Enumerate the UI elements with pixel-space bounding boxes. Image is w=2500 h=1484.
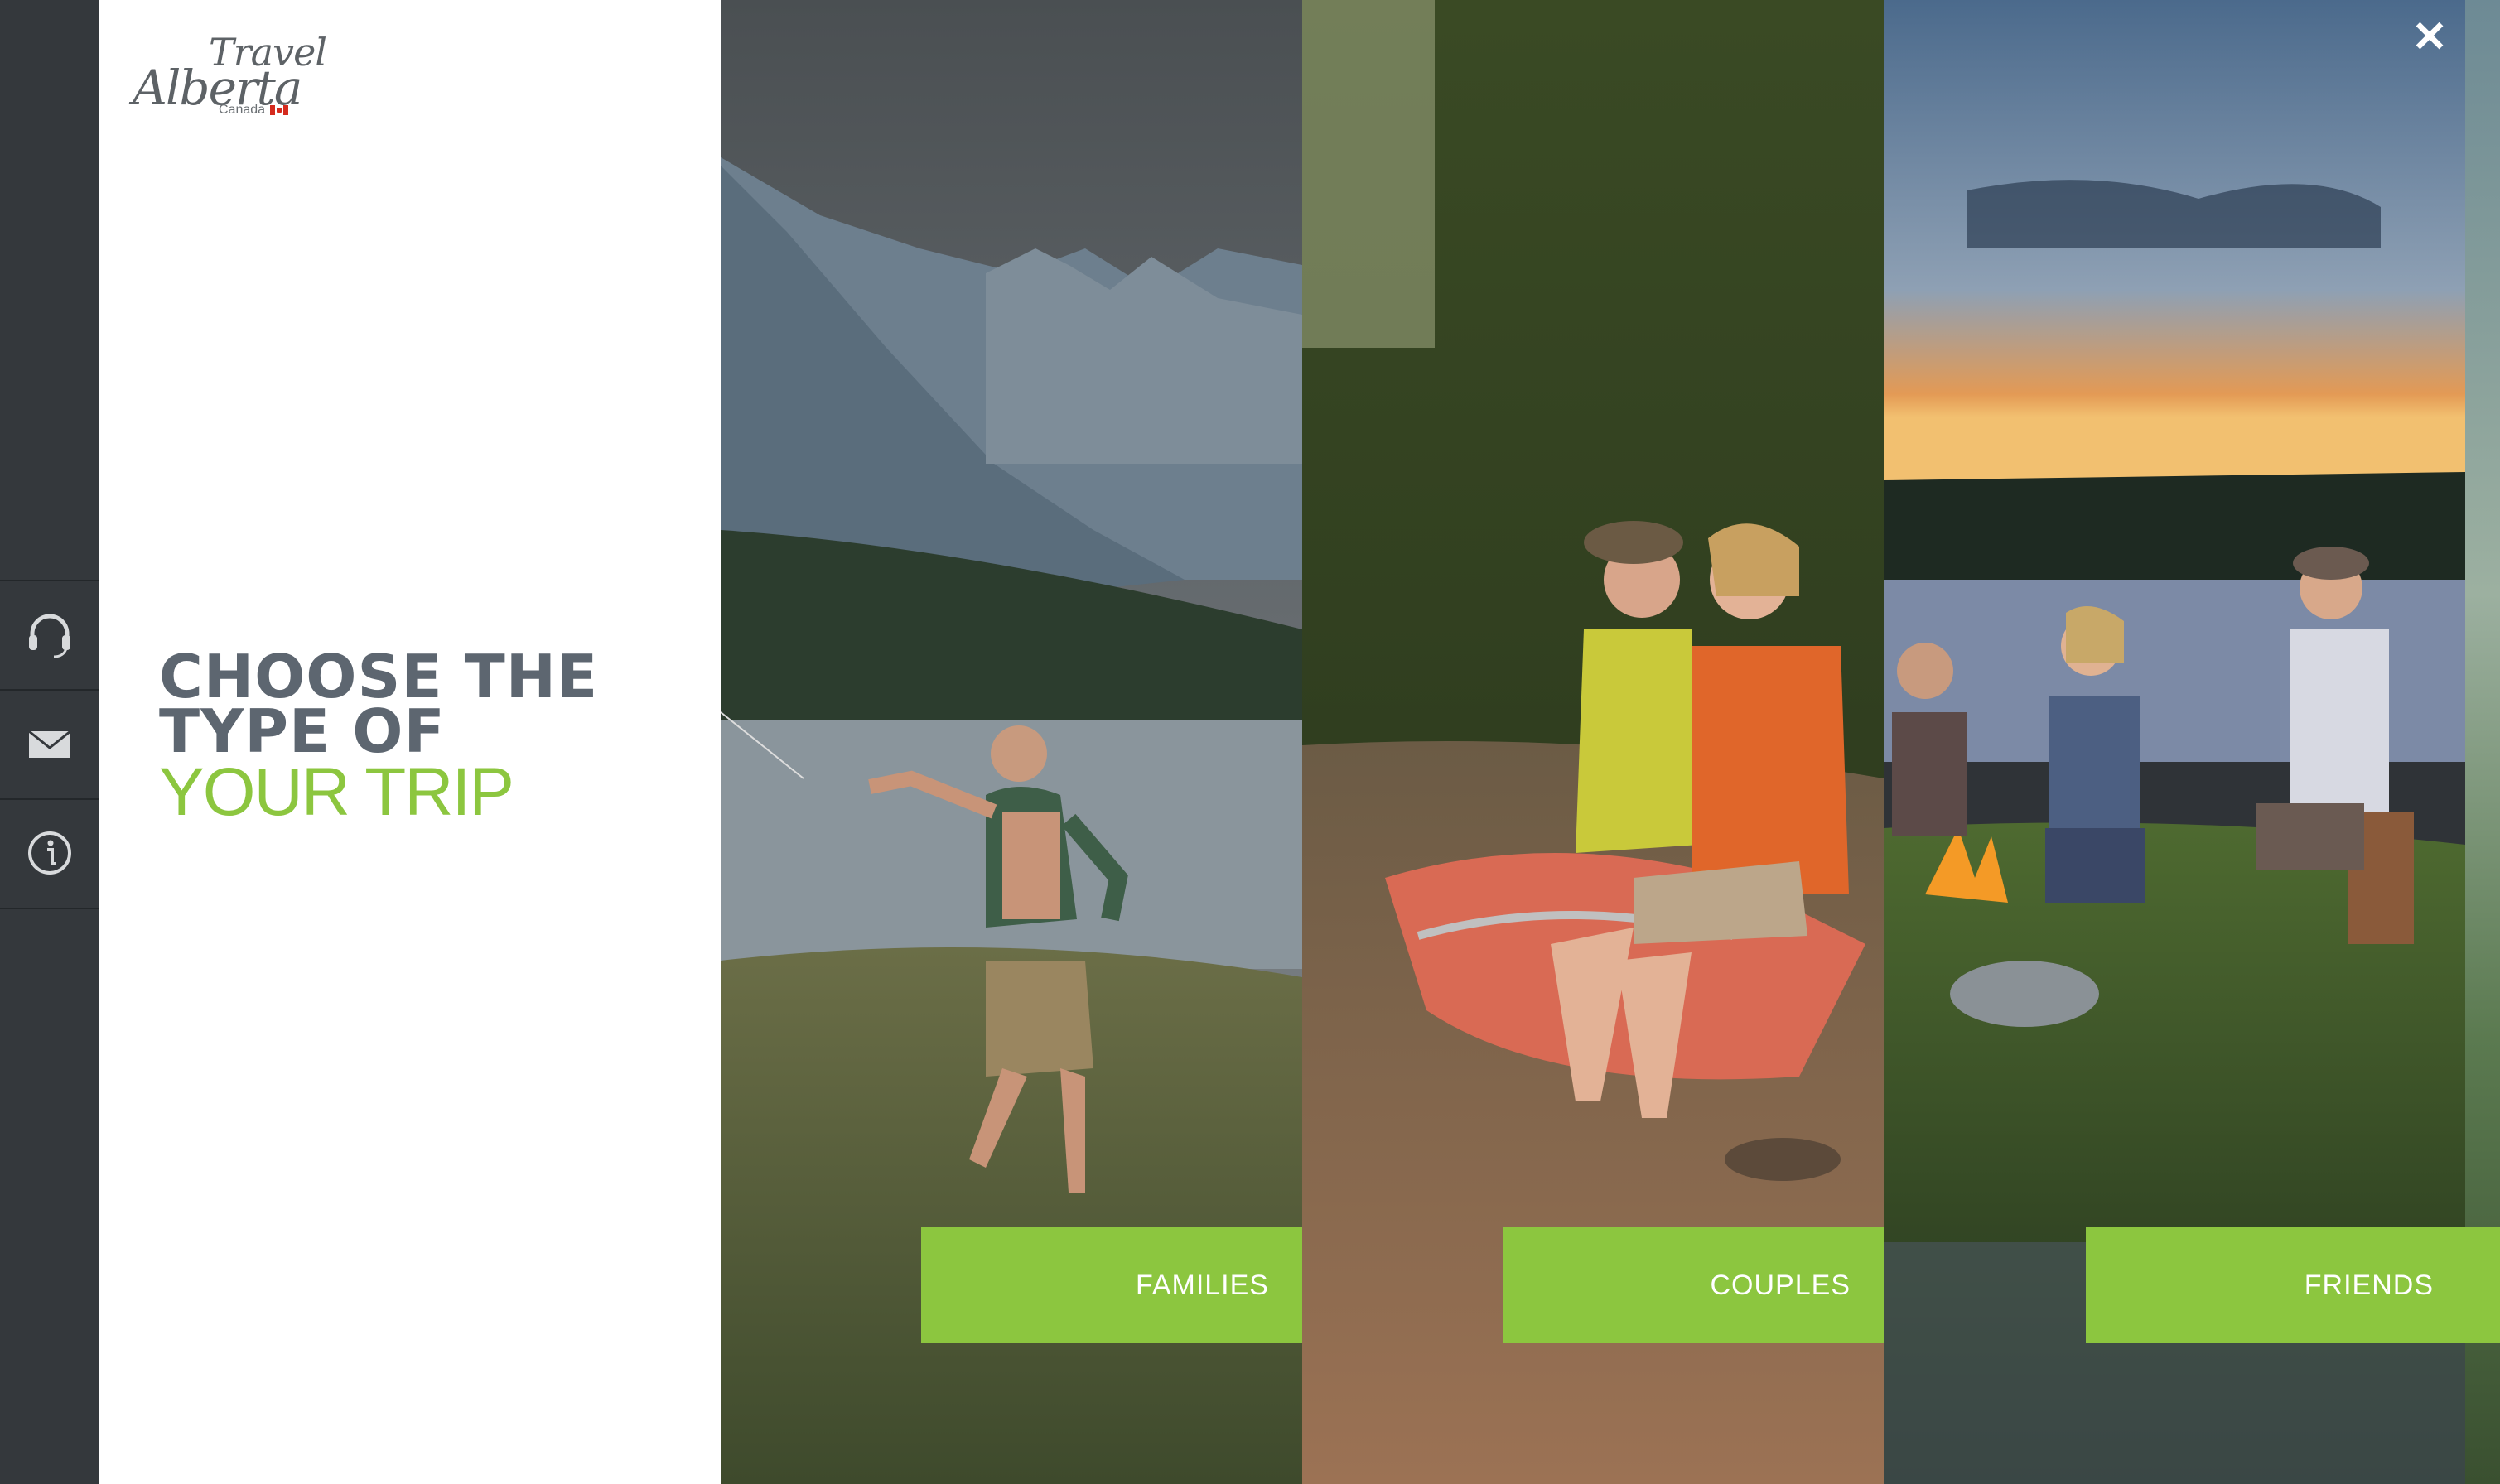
logo-country: Canada bbox=[219, 103, 289, 118]
info-icon bbox=[28, 831, 71, 874]
mail-icon bbox=[28, 730, 71, 758]
page-title: CHOOSE THE TYPE OF YOUR TRIP bbox=[159, 647, 598, 830]
title-line2: TYPE OF bbox=[159, 696, 446, 766]
couples-label: COUPLES bbox=[1710, 1269, 1851, 1301]
support-button[interactable] bbox=[0, 581, 99, 687]
friends-label: FRIENDS bbox=[2304, 1269, 2434, 1301]
couples-button[interactable]: COUPLES bbox=[1503, 1227, 1884, 1343]
left-rail bbox=[0, 0, 99, 1484]
friends-button[interactable]: FRIENDS bbox=[2086, 1227, 2500, 1343]
canada-flag-icon bbox=[270, 105, 289, 115]
families-button[interactable]: FAMILIES bbox=[921, 1227, 1302, 1343]
close-icon: ✕ bbox=[2411, 13, 2448, 61]
rail-divider bbox=[0, 908, 99, 909]
intro-panel: Travel Alberta Canada CHOOSE THE TYPE OF… bbox=[99, 0, 721, 1484]
title-line3: YOUR TRIP bbox=[159, 754, 514, 830]
families-label: FAMILIES bbox=[1135, 1269, 1269, 1301]
travel-alberta-logo[interactable]: Travel Alberta Canada bbox=[133, 30, 340, 121]
email-button[interactable] bbox=[0, 691, 99, 797]
close-button[interactable]: ✕ bbox=[2409, 13, 2450, 61]
info-button[interactable] bbox=[0, 800, 99, 906]
logo-country-text: Canada bbox=[219, 103, 266, 117]
headset-icon bbox=[29, 614, 70, 658]
